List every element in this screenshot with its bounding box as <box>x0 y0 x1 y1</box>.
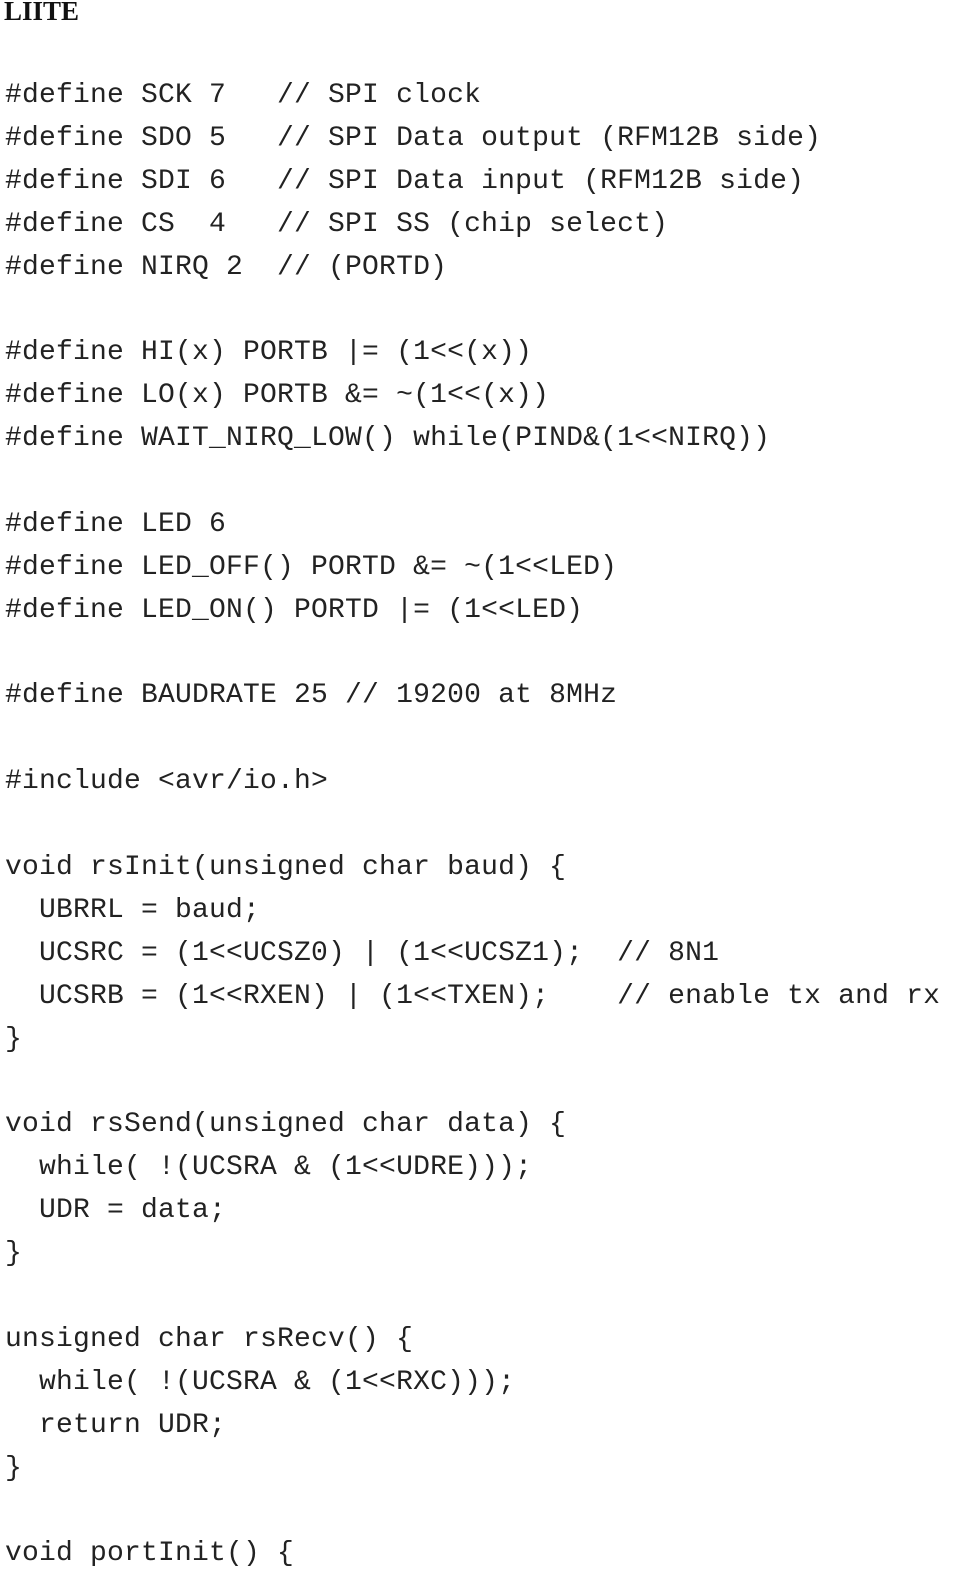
code-line: while( !(UCSRA & (1<<RXC))); <box>5 1366 516 1398</box>
code-line: } <box>5 1452 23 1484</box>
code-line: #define NIRQ 2 // (PORTD) <box>5 251 448 283</box>
code-line: #define HI(x) PORTB |= (1<<(x)) <box>5 337 533 369</box>
code-line: #define SCK 7 // SPI clock <box>5 80 482 111</box>
code-line: UBRRL = baud; <box>5 894 261 926</box>
code-line: #define SDO 5 // SPI Data output (RFM12B… <box>5 122 822 154</box>
code-listing: #define SCK 7 // SPI clock #define SDO 5 … <box>5 75 940 1576</box>
code-line: while( !(UCSRA & (1<<UDRE))); <box>5 1152 533 1184</box>
code-line: void rsInit(unsigned char baud) { <box>5 852 567 884</box>
code-line: #define LED_OFF() PORTD &= ~(1<<LED) <box>5 551 618 583</box>
code-line: #define LED 6 <box>5 508 227 540</box>
code-line: void portInit() { <box>5 1538 295 1570</box>
code-line: UCSRB = (1<<RXEN) | (1<<TXEN); // enable… <box>5 980 941 1012</box>
code-line: UCSRC = (1<<UCSZ0) | (1<<UCSZ1); // 8N1 <box>5 937 720 969</box>
code-line: #define LED_ON() PORTD |= (1<<LED) <box>5 594 584 626</box>
code-line: #define LO(x) PORTB &= ~(1<<(x)) <box>5 380 550 412</box>
code-line: UDR = data; <box>5 1195 227 1227</box>
code-line: } <box>5 1023 23 1055</box>
code-line: #define BAUDRATE 25 // 19200 at 8MHz <box>5 680 618 712</box>
code-line: void rsSend(unsigned char data) { <box>5 1109 567 1141</box>
code-line: #define CS 4 // SPI SS (chip select) <box>5 208 669 240</box>
code-line: #define WAIT_NIRQ_LOW() while(PIND&(1<<N… <box>5 423 771 455</box>
code-line: return UDR; <box>5 1409 227 1441</box>
code-line: unsigned char rsRecv() { <box>5 1323 414 1355</box>
code-line: #define SDI 6 // SPI Data input (RFM12B … <box>5 165 805 197</box>
code-line: #include <avr/io.h> <box>5 766 329 798</box>
code-line: } <box>5 1238 23 1270</box>
document-heading: LIITE <box>4 0 80 26</box>
